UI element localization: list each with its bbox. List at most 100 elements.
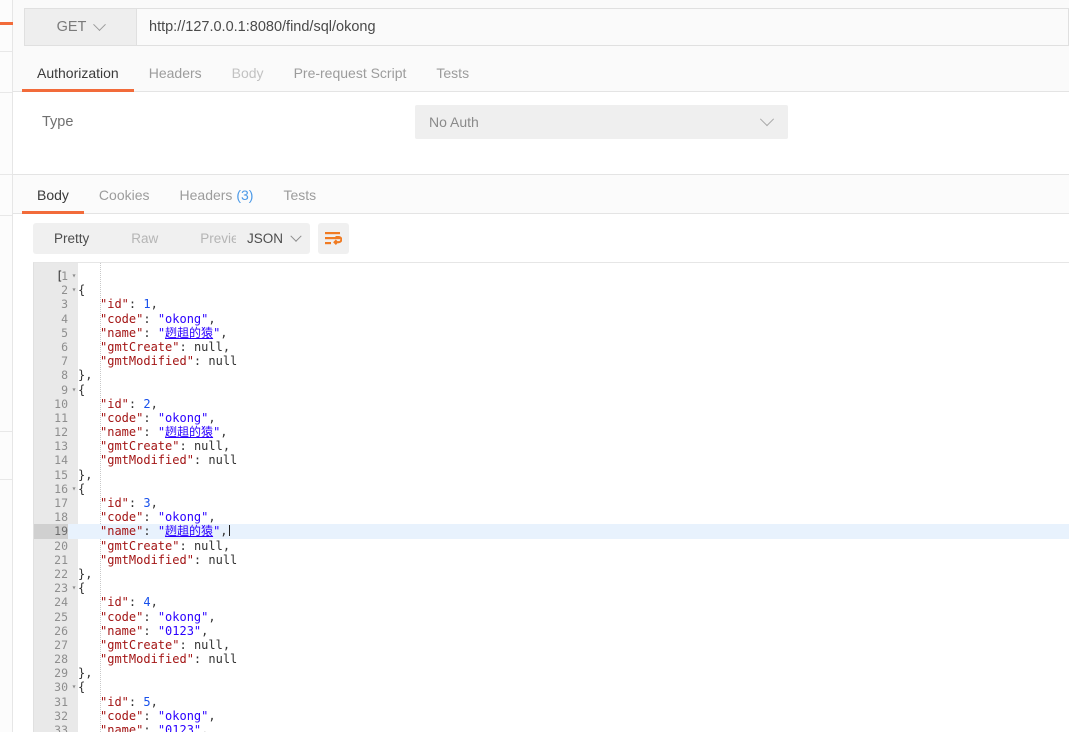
authorization-panel: Type No Auth xyxy=(13,92,1069,174)
view-mode-raw[interactable]: Raw xyxy=(110,223,179,254)
line-number: 2 xyxy=(61,283,68,298)
line-number: 23 xyxy=(54,581,68,596)
code-line[interactable]: 17 "id": 3, xyxy=(34,496,1069,510)
code-line[interactable]: 28 "gmtModified": null xyxy=(34,652,1069,666)
url-text: http://127.0.0.1:8080/find/sql/okong xyxy=(149,19,376,35)
code-line[interactable]: 15}, xyxy=(34,468,1069,482)
request-tab-tests[interactable]: Tests xyxy=(421,66,484,91)
code-fold-arrow-icon[interactable]: ▾ xyxy=(70,269,78,283)
response-tab-body[interactable]: Body xyxy=(22,187,84,214)
code-fold-arrow-icon[interactable]: ▾ xyxy=(70,482,78,496)
code-line[interactable]: 2 ▾{ xyxy=(34,283,1069,297)
code-line[interactable]: 11 "code": "okong", xyxy=(34,411,1069,425)
code-token: : xyxy=(128,496,144,510)
code-token: { xyxy=(78,382,86,397)
code-line[interactable]: 7 "gmtModified": null xyxy=(34,354,1069,368)
code-line[interactable]: 1 ▾[ xyxy=(34,269,1069,283)
sidebar-row[interactable] xyxy=(0,93,12,175)
code-token: : xyxy=(128,396,144,411)
code-token: 趔趄的猿 xyxy=(165,425,214,440)
request-tab-headers[interactable]: Headers xyxy=(134,66,217,91)
code-token: null xyxy=(208,652,238,667)
line-number: 18 xyxy=(54,510,68,525)
sidebar-row[interactable] xyxy=(0,216,12,432)
view-mode-pretty[interactable]: Pretty xyxy=(33,223,110,254)
code-line[interactable]: 14 "gmtModified": null xyxy=(34,453,1069,467)
line-number: 26 xyxy=(54,623,68,638)
code-line-text: "code": "okong", xyxy=(100,610,216,624)
code-line[interactable]: 8}, xyxy=(34,368,1069,382)
request-tab-body[interactable]: Body xyxy=(217,66,279,91)
code-line-text: "id": 1, xyxy=(100,297,158,311)
code-token: null xyxy=(193,439,223,454)
code-line[interactable]: 6 "gmtCreate": null, xyxy=(34,340,1069,354)
auth-type-select[interactable]: No Auth xyxy=(415,105,788,139)
response-tab-label: Body xyxy=(37,187,69,203)
code-fold-arrow-icon[interactable]: ▾ xyxy=(70,581,78,595)
response-body-viewer[interactable]: 1 ▾[2 ▾{3 "id": 1, 4 "code": "okong", 5 "name":… xyxy=(33,262,1069,732)
request-tab-pre-request-script[interactable]: Pre-request Script xyxy=(279,66,422,91)
code-line[interactable]: 10 "id": 2, xyxy=(34,397,1069,411)
response-tab-tests[interactable]: Tests xyxy=(268,188,331,213)
code-line[interactable]: 31 "id": 5, xyxy=(34,695,1069,709)
code-line[interactable]: 16 ▾{ xyxy=(34,482,1069,496)
response-format-select[interactable]: JSON xyxy=(236,223,310,254)
code-line[interactable]: 25 "code": "okong", xyxy=(34,610,1069,624)
request-tab-label: Tests xyxy=(436,65,470,81)
code-line[interactable]: 21 "gmtModified": null xyxy=(34,553,1069,567)
code-line[interactable]: 32 "code": "okong", xyxy=(34,709,1069,723)
code-line[interactable]: 18 "code": "okong", xyxy=(34,510,1069,524)
sidebar-row[interactable] xyxy=(0,0,12,52)
response-tab-label: Tests xyxy=(283,187,317,203)
code-line[interactable]: 23 ▾{ xyxy=(34,581,1069,595)
code-token: : xyxy=(128,297,144,312)
code-line[interactable]: 4 "code": "okong", xyxy=(34,312,1069,326)
sidebar-row[interactable] xyxy=(0,432,12,480)
code-token: : xyxy=(143,510,158,525)
response-tab-cookies[interactable]: Cookies xyxy=(84,188,165,213)
code-token: "gmtModified" xyxy=(100,354,194,369)
code-fold-arrow-icon[interactable]: ▾ xyxy=(70,680,78,694)
code-line[interactable]: 3 "id": 1, xyxy=(34,297,1069,311)
code-line[interactable]: 22}, xyxy=(34,567,1069,581)
code-line-text: "gmtModified": null xyxy=(100,453,237,467)
chevron-down-icon xyxy=(290,230,302,242)
code-line[interactable]: 27 "gmtCreate": null, xyxy=(34,638,1069,652)
code-token: : xyxy=(179,538,194,553)
code-line[interactable]: 24 "id": 4, xyxy=(34,595,1069,609)
code-line[interactable]: 19 "name": "趔趄的猿", xyxy=(34,524,1069,539)
code-line[interactable]: 29}, xyxy=(34,666,1069,680)
code-token: , xyxy=(222,439,231,454)
code-token: : xyxy=(179,439,194,454)
code-token: null xyxy=(208,552,238,567)
code-token: null xyxy=(193,637,223,652)
code-line[interactable]: 9 ▾{ xyxy=(34,383,1069,397)
collapsed-sidebar-strip[interactable] xyxy=(0,0,13,732)
code-token: , xyxy=(150,694,158,709)
response-tab-headers[interactable]: Headers (3) xyxy=(165,188,269,213)
code-line-text: "name": "趔趄的猿", xyxy=(100,524,230,538)
code-token: "code" xyxy=(100,311,144,326)
code-line[interactable]: 5 "name": "趔趄的猿", xyxy=(34,326,1069,340)
line-number: 31 xyxy=(54,694,68,709)
code-line[interactable]: 12 "name": "趔趄的猿", xyxy=(34,425,1069,439)
request-tab-authorization[interactable]: Authorization xyxy=(22,66,134,92)
request-tabs: Authorization Headers Body Pre-request Scri… xyxy=(13,51,1069,92)
sidebar-row[interactable] xyxy=(0,52,12,93)
code-token: : xyxy=(143,311,158,326)
wrap-lines-button[interactable] xyxy=(318,223,349,254)
code-token: , xyxy=(222,637,231,652)
http-method-selector[interactable]: GET xyxy=(24,8,136,46)
sidebar-row[interactable] xyxy=(0,175,12,216)
code-token: : xyxy=(128,595,144,610)
code-line[interactable]: 13 "gmtCreate": null, xyxy=(34,439,1069,453)
code-fold-arrow-icon[interactable]: ▾ xyxy=(70,383,78,397)
code-fold-arrow-icon[interactable]: ▾ xyxy=(70,283,78,297)
code-line[interactable]: 20 "gmtCreate": null, xyxy=(34,539,1069,553)
code-token: }, xyxy=(78,566,93,581)
code-token: , xyxy=(222,538,231,553)
code-line[interactable]: 30 ▾{ xyxy=(34,680,1069,694)
code-line[interactable]: 33 "name": "0123", xyxy=(34,723,1069,732)
url-input[interactable]: http://127.0.0.1:8080/find/sql/okong xyxy=(136,8,1069,46)
code-line[interactable]: 26 "name": "0123", xyxy=(34,624,1069,638)
